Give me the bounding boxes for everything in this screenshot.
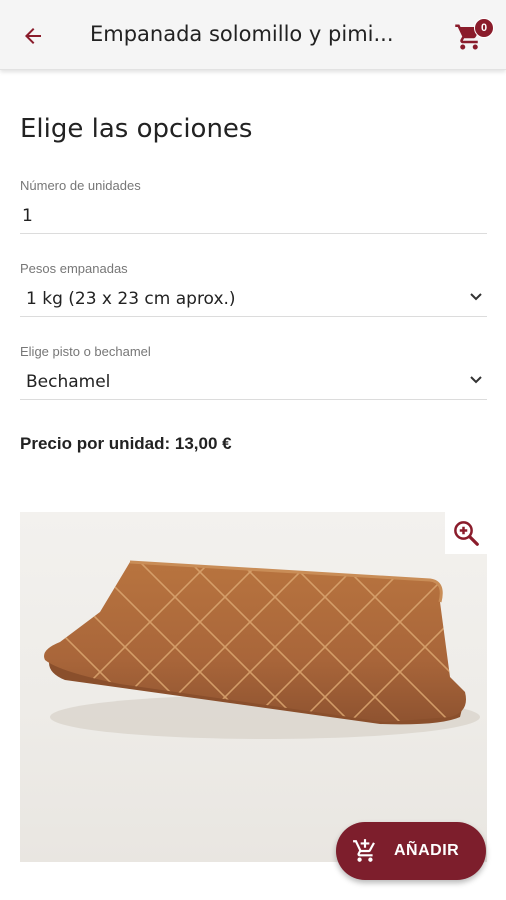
add-to-cart-button[interactable]: AÑADIR <box>336 822 486 880</box>
add-button-label: AÑADIR <box>394 842 460 859</box>
chevron-down-icon <box>470 376 482 384</box>
page-title: Empanada solomillo y pimi... <box>90 22 394 46</box>
units-field[interactable]: Número de unidades 1 <box>20 178 487 234</box>
cart-button[interactable]: 0 <box>454 16 498 56</box>
weight-select[interactable]: Pesos empanadas 1 kg (23 x 23 cm aprox.) <box>20 261 487 317</box>
empanada-illustration <box>44 560 480 739</box>
back-button[interactable] <box>18 21 48 51</box>
chevron-down-icon <box>470 293 482 301</box>
filling-select[interactable]: Elige pisto o bechamel Bechamel <box>20 344 487 400</box>
options-heading: Elige las opciones <box>20 114 253 144</box>
app-bar: Empanada solomillo y pimi... 0 <box>0 0 506 70</box>
filling-label: Elige pisto o bechamel <box>20 344 151 359</box>
zoom-in-icon <box>454 521 479 546</box>
arrow-back-icon <box>25 28 41 44</box>
weight-label: Pesos empanadas <box>20 261 128 276</box>
unit-price: Precio por unidad: 13,00 € <box>20 434 232 453</box>
weight-selected-value[interactable]: 1 kg (23 x 23 cm aprox.) <box>20 286 487 316</box>
zoom-button[interactable] <box>445 512 487 554</box>
add-shopping-cart-icon <box>353 839 375 862</box>
product-image <box>20 512 487 862</box>
cart-count-badge: 0 <box>474 18 494 38</box>
filling-selected-value[interactable]: Bechamel <box>20 369 487 399</box>
units-input[interactable]: 1 <box>20 203 487 233</box>
units-label: Número de unidades <box>20 178 141 193</box>
